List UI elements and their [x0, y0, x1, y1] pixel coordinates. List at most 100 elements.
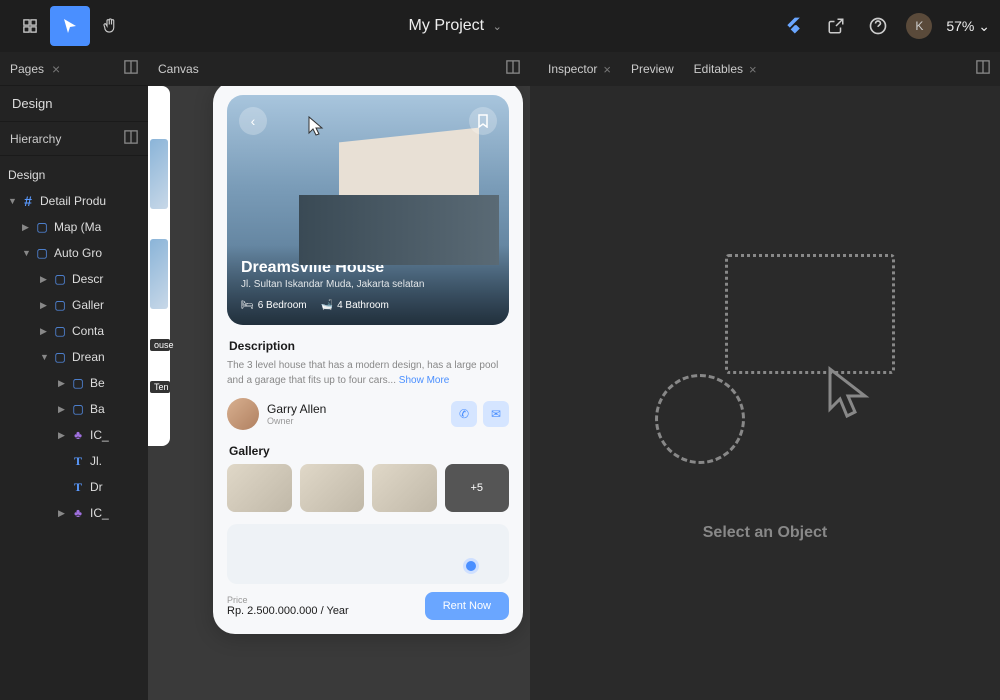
owner-role: Owner: [267, 416, 326, 426]
frame-icon: ▢: [52, 272, 68, 286]
price-value: Rp. 2.500.000.000 / Year: [227, 605, 349, 617]
tree-item-detail[interactable]: ▼#Detail Produ: [0, 188, 148, 214]
map-preview[interactable]: [227, 524, 509, 584]
chevron-down-icon: ⌄: [493, 21, 502, 33]
gallery-more-button[interactable]: +5: [445, 464, 510, 512]
user-avatar[interactable]: K: [906, 13, 932, 39]
inspector-empty-state: Select an Object: [530, 86, 1000, 700]
left-sidebar: Pages × Design Hierarchy Design ▼#Detail…: [0, 52, 148, 700]
pages-tab-label: Pages: [10, 62, 44, 76]
grid-view-button[interactable]: [10, 6, 50, 46]
tree-root[interactable]: Design: [0, 162, 148, 188]
help-icon: [868, 16, 888, 36]
tree-item[interactable]: ▶▢Be: [0, 370, 148, 396]
panel-layout-button[interactable]: [124, 60, 138, 77]
tree-item[interactable]: TJl.: [0, 448, 148, 474]
component-icon: ♣: [70, 506, 86, 520]
help-button[interactable]: [864, 12, 892, 40]
frame-icon: ▢: [52, 350, 68, 364]
hero-overlay: Dreamsville House Jl. Sultan Iskandar Mu…: [227, 245, 509, 325]
tree-item[interactable]: ▶▢Galler: [0, 292, 148, 318]
bookmark-icon: [477, 114, 489, 128]
owner-name: Garry Allen: [267, 402, 326, 416]
chevron-down-icon: ⌄: [978, 18, 990, 34]
description-text: The 3 level house that has a modern desi…: [227, 359, 509, 388]
layout-icon: [124, 60, 138, 74]
property-title: Dreamsville House: [241, 259, 495, 277]
rent-now-button[interactable]: Rent Now: [425, 592, 509, 620]
tree-item-autogroup[interactable]: ▼▢Auto Gro: [0, 240, 148, 266]
hierarchy-header: Hierarchy: [0, 122, 148, 156]
list-thumb: [150, 139, 168, 209]
canvas-viewport[interactable]: ouse Ten ‹ Dreamsville House Jl. Sultan …: [148, 86, 530, 700]
placeholder-text: Select an Object: [703, 524, 828, 542]
gallery-thumb[interactable]: [300, 464, 365, 512]
right-tabs: Inspector× Preview Editables×: [530, 52, 1000, 86]
frame-icon: ▢: [52, 324, 68, 338]
flutter-icon: [784, 16, 804, 36]
layout-icon: [124, 130, 138, 144]
frame-icon: ▢: [34, 246, 50, 260]
gallery-thumb[interactable]: [372, 464, 437, 512]
close-icon[interactable]: ×: [749, 62, 757, 77]
pages-tab[interactable]: Pages ×: [0, 52, 148, 86]
zoom-value: 57%: [946, 18, 974, 34]
close-icon[interactable]: ×: [52, 61, 60, 77]
bathroom-count: 🛁 4 Bathroom: [321, 300, 389, 311]
price-row: Price Rp. 2.500.000.000 / Year Rent Now: [227, 592, 509, 620]
owner-row: Garry Allen Owner ✆ ✉: [227, 398, 509, 430]
tree-item[interactable]: ▶♣IC_: [0, 422, 148, 448]
tree-item[interactable]: ▶▢Descr: [0, 266, 148, 292]
canvas-tabs: Canvas: [148, 52, 530, 86]
tree-item[interactable]: ▶▢Ba: [0, 396, 148, 422]
frame-icon: ▢: [70, 376, 86, 390]
external-link-button[interactable]: [822, 12, 850, 40]
hierarchy-label: Hierarchy: [10, 132, 61, 146]
show-more-link[interactable]: Show More: [399, 375, 450, 386]
price-label: Price: [227, 595, 349, 605]
project-title-text: My Project: [409, 17, 485, 34]
component-icon: ♣: [70, 428, 86, 442]
preview-tab[interactable]: Preview: [623, 62, 682, 76]
project-title-dropdown[interactable]: My Project ⌄: [130, 17, 780, 35]
canvas-tab[interactable]: Canvas: [158, 62, 199, 76]
cursor-icon: [825, 364, 875, 429]
owner-avatar: [227, 398, 259, 430]
tree-item-map[interactable]: ▶▢Map (Ma: [0, 214, 148, 240]
select-tool-button[interactable]: [50, 6, 90, 46]
tree-item[interactable]: ▶▢Conta: [0, 318, 148, 344]
cursor-icon: [307, 115, 325, 142]
gallery-thumb[interactable]: [227, 464, 292, 512]
adjacent-frame-strip: ouse Ten: [148, 86, 170, 446]
hand-tool-button[interactable]: [90, 6, 130, 46]
back-button[interactable]: ‹: [239, 107, 267, 135]
frame-icon: ▢: [34, 220, 50, 234]
chat-icon: ✉: [491, 407, 501, 421]
hierarchy-tree: Design ▼#Detail Produ ▶▢Map (Ma ▼▢Auto G…: [0, 156, 148, 700]
zoom-control[interactable]: 57% ⌄: [946, 18, 990, 35]
description-heading: Description: [229, 339, 507, 353]
inspector-tab[interactable]: Inspector×: [540, 62, 619, 77]
bookmark-button[interactable]: [469, 107, 497, 135]
flutter-button[interactable]: [780, 12, 808, 40]
external-link-icon: [827, 17, 845, 35]
mobile-frame[interactable]: ‹ Dreamsville House Jl. Sultan Iskandar …: [213, 86, 523, 634]
page-item-design[interactable]: Design: [0, 86, 148, 122]
tree-item[interactable]: ▼▢Drean: [0, 344, 148, 370]
tree-item[interactable]: ▶♣IC_: [0, 500, 148, 526]
call-button[interactable]: ✆: [451, 401, 477, 427]
editables-tab[interactable]: Editables×: [686, 62, 765, 77]
hero-image: ‹ Dreamsville House Jl. Sultan Iskandar …: [227, 95, 509, 325]
text-icon: T: [70, 480, 86, 495]
frame-icon: #: [20, 193, 36, 209]
message-button[interactable]: ✉: [483, 401, 509, 427]
panel-layout-button[interactable]: [976, 60, 990, 79]
tree-item[interactable]: TDr: [0, 474, 148, 500]
close-icon[interactable]: ×: [603, 62, 611, 77]
bedroom-count: 🛏 6 Bedroom: [241, 300, 307, 311]
panel-layout-button[interactable]: [506, 60, 520, 79]
panel-layout-button[interactable]: [124, 130, 138, 147]
property-address: Jl. Sultan Iskandar Muda, Jakarta selata…: [241, 279, 495, 290]
placeholder-graphic: [635, 244, 895, 504]
top-toolbar: My Project ⌄ K 57% ⌄: [0, 0, 1000, 52]
